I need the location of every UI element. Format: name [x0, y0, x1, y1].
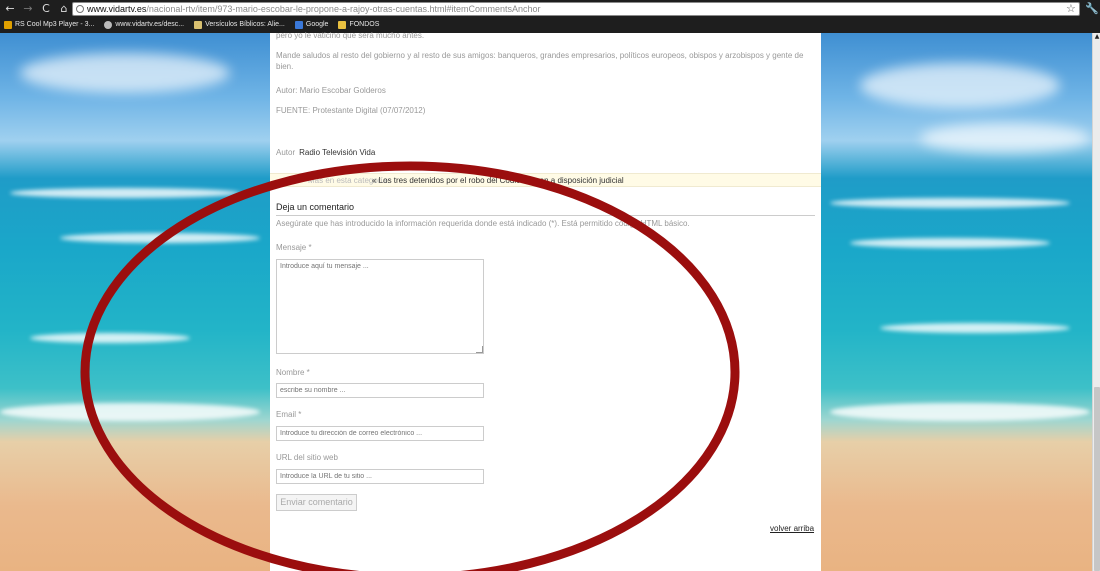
url-label: URL del sitio web — [276, 453, 338, 462]
divider — [276, 215, 815, 216]
nav-buttons: ← → C ⌂ — [4, 2, 70, 16]
bookmark-label: RS Cool Mp3 Player - 3... — [15, 21, 95, 28]
wave — [830, 198, 1070, 208]
category-bar: Más en esta categoría: « Los tres deteni… — [270, 173, 821, 187]
back-icon[interactable]: ← — [4, 3, 16, 15]
email-input[interactable] — [276, 426, 484, 441]
cloud — [860, 63, 1060, 108]
name-input[interactable] — [276, 383, 484, 398]
wave — [850, 238, 1050, 248]
home-icon[interactable]: ⌂ — [58, 3, 70, 15]
wave — [0, 403, 260, 421]
bookmark-label: FONDOS — [349, 21, 380, 28]
url-input[interactable] — [276, 469, 484, 484]
resize-grip-icon[interactable] — [476, 346, 483, 353]
url-path: /nacional-rtv/item/973-mario-escobar-le-… — [146, 4, 541, 14]
bible-icon — [194, 20, 203, 29]
article-text: pero yo le vaticino que será mucho antes… — [276, 31, 425, 40]
bookmark-label: Versículos Bíblicos: Alie... — [205, 21, 285, 28]
bookmark-folder[interactable]: FONDOS — [338, 20, 380, 29]
author-label: Autor — [276, 148, 296, 157]
bookmark-item[interactable]: www.vidartv.es/desc... — [104, 20, 185, 29]
browser-toolbar: ← → C ⌂ www.vidartv.es/nacional-rtv/item… — [0, 0, 1100, 33]
scrollbar-thumb[interactable] — [1094, 387, 1100, 571]
google-icon — [294, 20, 303, 29]
article-source-line: FUENTE: Protestante Digital (07/07/2012) — [276, 106, 426, 115]
wave — [30, 333, 190, 343]
wrench-icon[interactable]: 🔧 — [1085, 2, 1099, 16]
address-bar[interactable]: www.vidartv.es/nacional-rtv/item/973-mar… — [72, 2, 1080, 16]
scroll-up-icon[interactable]: ▲ — [1093, 33, 1100, 41]
reload-icon[interactable]: C — [40, 3, 52, 15]
article-text: Mande saludos al resto del gobierno y al… — [276, 51, 804, 71]
vertical-scrollbar[interactable]: ▲ — [1092, 33, 1100, 571]
submit-comment-button[interactable]: Enviar comentario — [276, 494, 357, 511]
rs-icon — [4, 20, 12, 29]
wave — [10, 188, 240, 198]
wave — [830, 403, 1090, 421]
email-label: Email * — [276, 410, 302, 419]
bookmark-item[interactable]: Google — [294, 20, 329, 29]
author-row: Autor Radio Televisión Vida — [276, 148, 375, 157]
bookmark-label: www.vidartv.es/desc... — [115, 21, 185, 28]
page-globe-icon — [76, 5, 84, 13]
cloud — [20, 53, 230, 93]
bookmark-item[interactable]: RS Cool Mp3 Player - 3... — [4, 20, 95, 29]
folder-icon — [338, 20, 347, 29]
bookmark-item[interactable]: Versículos Bíblicos: Alie... — [194, 20, 285, 29]
author-name-link[interactable]: Radio Televisión Vida — [299, 148, 375, 157]
prev-item-link[interactable]: « Los tres detenidos por el robo del Cód… — [372, 174, 624, 187]
message-label: Mensaje * — [276, 243, 312, 252]
globe-icon — [104, 20, 113, 29]
bookmark-star-icon[interactable]: ☆ — [1066, 2, 1076, 16]
wave — [880, 323, 1070, 333]
message-textarea[interactable] — [276, 259, 484, 354]
bookmark-label: Google — [305, 21, 329, 28]
article-author-line: Autor: Mario Escobar Golderos — [276, 86, 386, 95]
comment-form-title: Deja un comentario — [276, 202, 355, 212]
comment-form-hint: Asegúrate que has introducido la informa… — [276, 219, 690, 228]
back-to-top-link[interactable]: volver arriba — [770, 524, 814, 533]
cloud — [920, 123, 1090, 153]
wave — [60, 233, 260, 243]
url-host: www.vidartv.es — [87, 4, 147, 14]
article-page: pero yo le vaticino que será mucho antes… — [270, 31, 821, 571]
name-label: Nombre * — [276, 368, 310, 377]
forward-icon[interactable]: → — [22, 3, 34, 15]
